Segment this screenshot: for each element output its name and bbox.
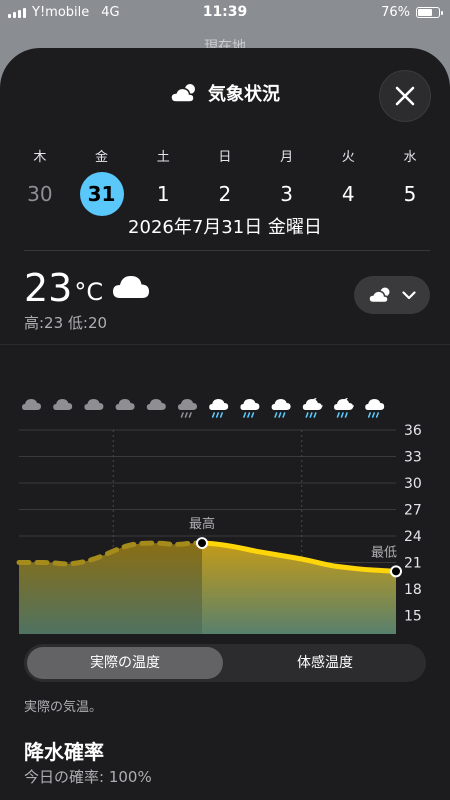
battery-fill — [418, 9, 433, 16]
day-item[interactable]: 日2 — [194, 146, 256, 216]
current-temperature: 23 °C — [24, 266, 151, 310]
day-number: 30 — [27, 182, 53, 206]
cloud-icon — [146, 399, 166, 410]
high-low: 高:23 低:20 — [24, 314, 108, 332]
close-icon — [395, 86, 415, 106]
y-tick-label: 21 — [404, 556, 422, 572]
close-button[interactable] — [379, 70, 431, 122]
day-weekday: 日 — [218, 150, 232, 165]
day-item[interactable]: 土1 — [132, 146, 194, 216]
sheet-title: 気象状況 — [208, 84, 280, 105]
cloud-drizzle-icon — [178, 399, 197, 418]
temperature-unit: °C — [74, 278, 104, 306]
cloud-icon — [22, 399, 41, 410]
divider — [24, 250, 430, 251]
temperature-mode-toggle: 実際の温度 体感温度 — [24, 644, 426, 682]
day-weekday: 金 — [95, 150, 109, 165]
annotation-label: 最低 — [371, 545, 397, 560]
y-tick-label: 33 — [404, 450, 422, 466]
cloud-sun-icon — [368, 287, 390, 304]
day-weekday: 水 — [403, 150, 417, 165]
precip-subtitle: 今日の確率: 100% — [24, 768, 152, 786]
temperature-chart: 363330272421181512最高最低0時6時12時18時 — [0, 344, 450, 634]
cloud-icon — [53, 399, 73, 410]
day-item[interactable]: 月3 — [256, 146, 318, 216]
y-tick-label: 24 — [404, 529, 422, 545]
full-date: 2026年7月31日 金曜日 — [128, 217, 322, 238]
precip-title: 降水確率 — [24, 740, 104, 764]
cloud-icon — [84, 399, 104, 410]
day-number: 1 — [156, 182, 170, 206]
day-weekday: 土 — [156, 150, 170, 165]
annotation-point — [196, 537, 209, 550]
temperature-value: 23 — [24, 266, 73, 310]
annotation-point — [390, 565, 402, 578]
day-item[interactable]: 火4 — [317, 146, 379, 216]
moon-rain-icon — [302, 398, 323, 418]
y-tick-label: 36 — [404, 423, 422, 439]
y-tick-label: 15 — [404, 609, 422, 625]
day-number: 5 — [403, 182, 417, 206]
annotation-label: 最高 — [189, 516, 215, 532]
battery-icon — [416, 7, 443, 18]
cloud-rain-icon — [365, 399, 385, 418]
chart-caption: 実際の気温。 — [24, 700, 103, 715]
day-number-selected: 31 — [79, 172, 124, 216]
day-item[interactable]: 木 30 — [9, 146, 71, 216]
day-item[interactable]: 金 31 — [71, 146, 133, 216]
cloud-rain-icon — [209, 399, 229, 418]
day-weekday: 火 — [341, 150, 355, 165]
cloud-rain-icon — [240, 399, 260, 418]
y-tick-label: 18 — [404, 582, 422, 598]
day-weekday: 木 — [33, 150, 47, 165]
y-tick-label: 30 — [404, 476, 422, 492]
cloud-sun-icon — [170, 84, 195, 103]
moon-rain-icon — [334, 398, 354, 418]
day-number: 2 — [218, 182, 232, 206]
battery-percent: 76% — [381, 5, 410, 20]
cloud-icon — [115, 399, 135, 410]
chevron-down-icon — [402, 290, 416, 299]
day-number: 4 — [341, 182, 355, 206]
status-bar: Y!mobile 4G 11:39 76% — [0, 0, 450, 26]
day-number: 3 — [280, 182, 293, 206]
segment-feels-like[interactable]: 体感温度 — [227, 647, 423, 679]
day-weekday: 月 — [280, 150, 294, 165]
conditions-sheet: 気象状況 木 30 金 31 土1 日2 月3 火4 水5 2026年7月31日 金… — [0, 48, 450, 800]
cloud-icon — [113, 276, 150, 298]
chart-type-dropdown[interactable] — [354, 276, 430, 314]
area-past — [19, 543, 203, 634]
cloud-rain-icon — [271, 399, 291, 418]
segment-actual[interactable]: 実際の温度 — [27, 647, 223, 679]
day-picker: 木 30 金 31 土1 日2 月3 火4 水5 — [9, 146, 441, 216]
day-item[interactable]: 水5 — [379, 146, 441, 216]
y-tick-label: 27 — [404, 503, 422, 519]
